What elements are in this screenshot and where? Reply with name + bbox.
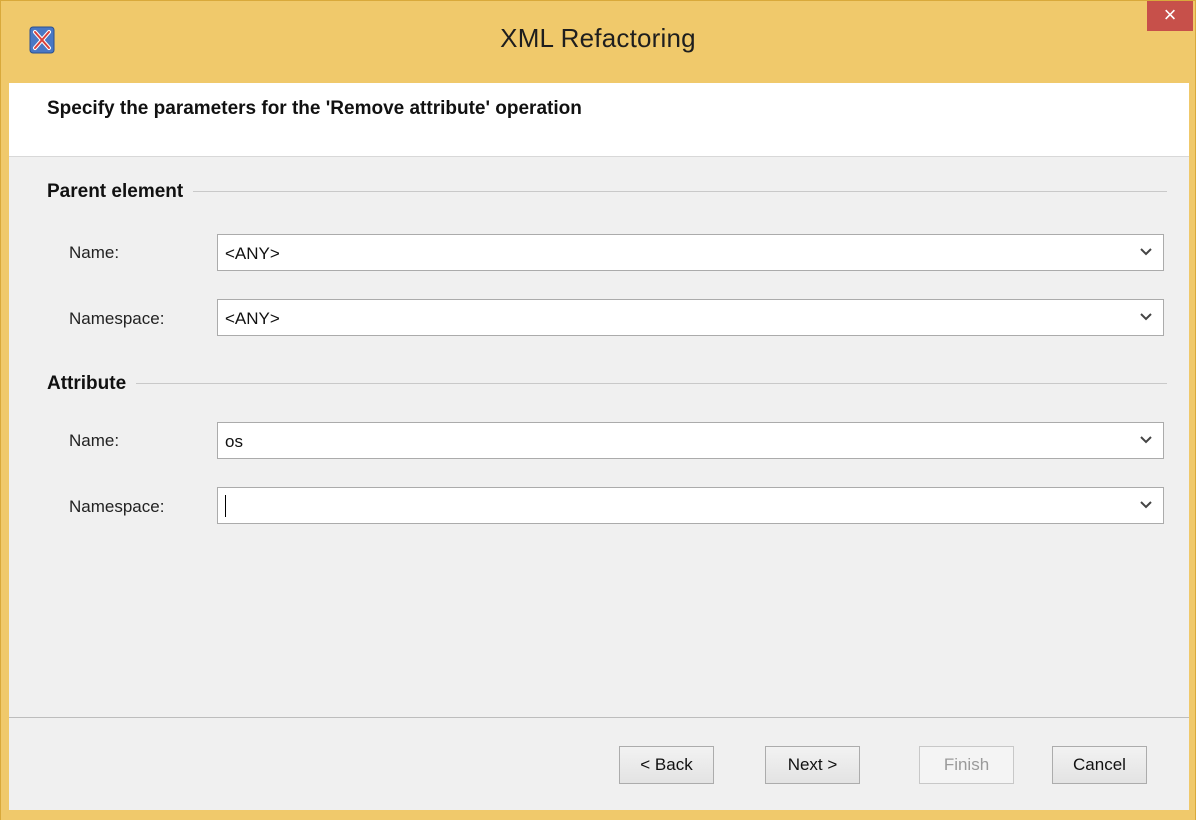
parent-element-section-title: Parent element bbox=[47, 181, 194, 203]
window-title: XML Refactoring bbox=[500, 23, 696, 53]
attribute-section-title: Attribute bbox=[47, 373, 137, 395]
attribute-name-label: Name: bbox=[69, 431, 120, 450]
parent-namespace-label: Namespace: bbox=[69, 309, 165, 328]
parent-name-value[interactable]: <ANY> bbox=[225, 244, 280, 264]
parameters-panel: Parent element Name: <ANY> Namespace: <A… bbox=[9, 157, 1189, 717]
parent-namespace-combo[interactable]: <ANY> bbox=[217, 299, 1164, 336]
finish-button[interactable]: Finish bbox=[919, 746, 1014, 784]
chevron-down-icon[interactable] bbox=[1139, 435, 1153, 445]
parent-name-combo[interactable]: <ANY> bbox=[217, 234, 1164, 271]
chevron-down-icon[interactable] bbox=[1139, 500, 1153, 510]
window-bottom-border bbox=[1, 810, 1195, 820]
cancel-button[interactable]: Cancel bbox=[1052, 746, 1147, 784]
attribute-name-value[interactable]: os bbox=[225, 432, 243, 452]
text-cursor bbox=[225, 495, 226, 517]
next-button[interactable]: Next > bbox=[765, 746, 860, 784]
attribute-name-combo[interactable]: os bbox=[217, 422, 1164, 459]
wizard-header: Specify the parameters for the 'Remove a… bbox=[9, 83, 1189, 157]
chevron-down-icon[interactable] bbox=[1139, 312, 1153, 322]
chevron-down-icon[interactable] bbox=[1139, 247, 1153, 257]
attribute-namespace-combo[interactable] bbox=[217, 487, 1164, 524]
back-button[interactable]: < Back bbox=[619, 746, 714, 784]
title-bar: XML Refactoring × bbox=[1, 1, 1195, 83]
header-instruction: Specify the parameters for the 'Remove a… bbox=[47, 98, 582, 119]
parent-name-label: Name: bbox=[69, 243, 120, 262]
close-icon[interactable]: × bbox=[1164, 2, 1177, 27]
wizard-footer: < Back Next > Finish Cancel bbox=[9, 718, 1189, 810]
parent-element-separator bbox=[47, 191, 1167, 192]
attribute-namespace-label: Namespace: bbox=[69, 497, 165, 516]
close-button[interactable]: × bbox=[1147, 1, 1193, 31]
attribute-separator bbox=[47, 383, 1167, 384]
xml-refactoring-dialog: XML Refactoring × Specify the parameters… bbox=[0, 0, 1196, 820]
parent-namespace-value[interactable]: <ANY> bbox=[225, 309, 280, 329]
